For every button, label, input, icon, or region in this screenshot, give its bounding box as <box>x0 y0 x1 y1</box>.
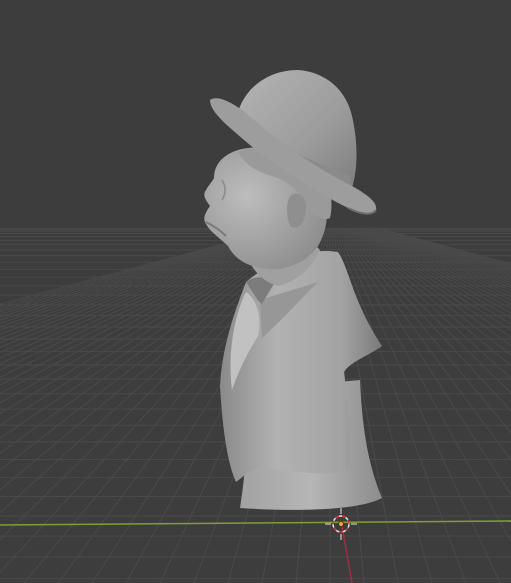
grid-line <box>374 227 511 269</box>
object-origin-icon[interactable] <box>338 521 344 527</box>
grid-line <box>352 227 511 319</box>
grid-line <box>337 227 511 496</box>
grid-line <box>348 227 511 339</box>
grid-line <box>375 227 511 268</box>
grid-line <box>336 227 511 543</box>
3d-viewport[interactable] <box>0 0 511 583</box>
grid-line <box>350 227 511 331</box>
bust-model[interactable] <box>204 70 382 510</box>
grid-line <box>351 227 511 325</box>
x-axis-line <box>0 520 511 526</box>
grid-line <box>346 227 511 356</box>
grid-line <box>341 227 511 412</box>
grid-line <box>353 227 511 314</box>
viewport-canvas[interactable] <box>0 0 511 583</box>
